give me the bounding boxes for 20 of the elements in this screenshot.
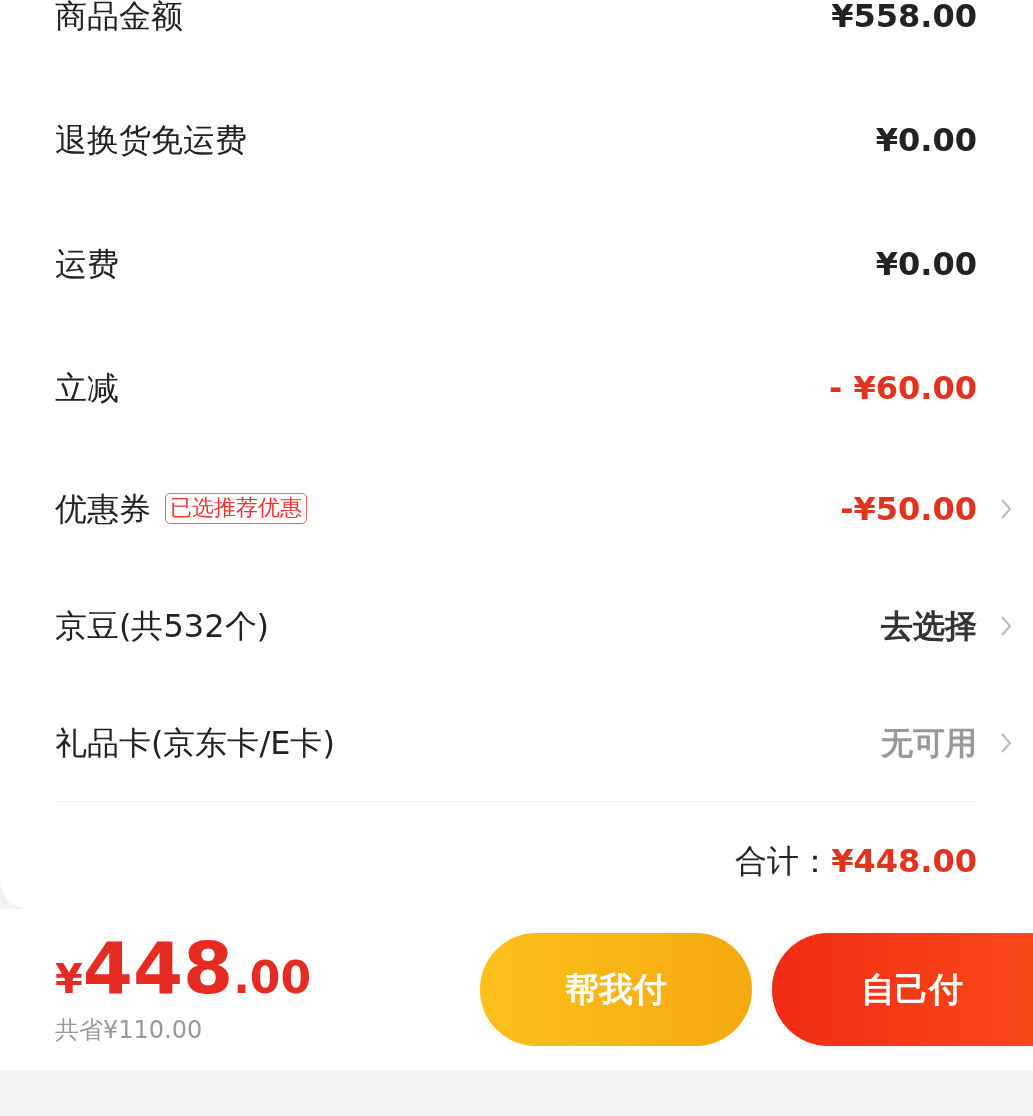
row-label: 优惠券	[55, 488, 151, 530]
row-value: ¥558.00	[831, 0, 977, 37]
pay-amount: ¥448.00	[55, 931, 312, 1004]
row-label: 退换货免运费	[55, 120, 247, 161]
row-label: 立减	[55, 368, 119, 409]
row-value: - ¥60.00	[829, 368, 977, 409]
row-label: 商品金额	[55, 0, 183, 37]
total-value: ¥448.00	[831, 840, 977, 882]
pay-button[interactable]: 自己付	[772, 933, 1033, 1046]
total-label: 合计：	[735, 840, 832, 882]
row-value: ¥0.00	[875, 244, 977, 285]
row-value[interactable]: -¥50.00	[840, 484, 977, 533]
coupon-tag: 已选推荐优惠	[165, 493, 307, 524]
row-label: 运费	[55, 244, 119, 285]
row-value[interactable]: 无可用	[881, 718, 977, 767]
savings-text: 共省¥110.00	[55, 1014, 204, 1046]
row-label: 京豆(共532个)	[55, 605, 270, 647]
row-value[interactable]: 去选择	[881, 601, 977, 650]
row-label: 礼品卡(京东卡/E卡)	[55, 722, 335, 764]
row-value: ¥0.00	[875, 120, 977, 161]
